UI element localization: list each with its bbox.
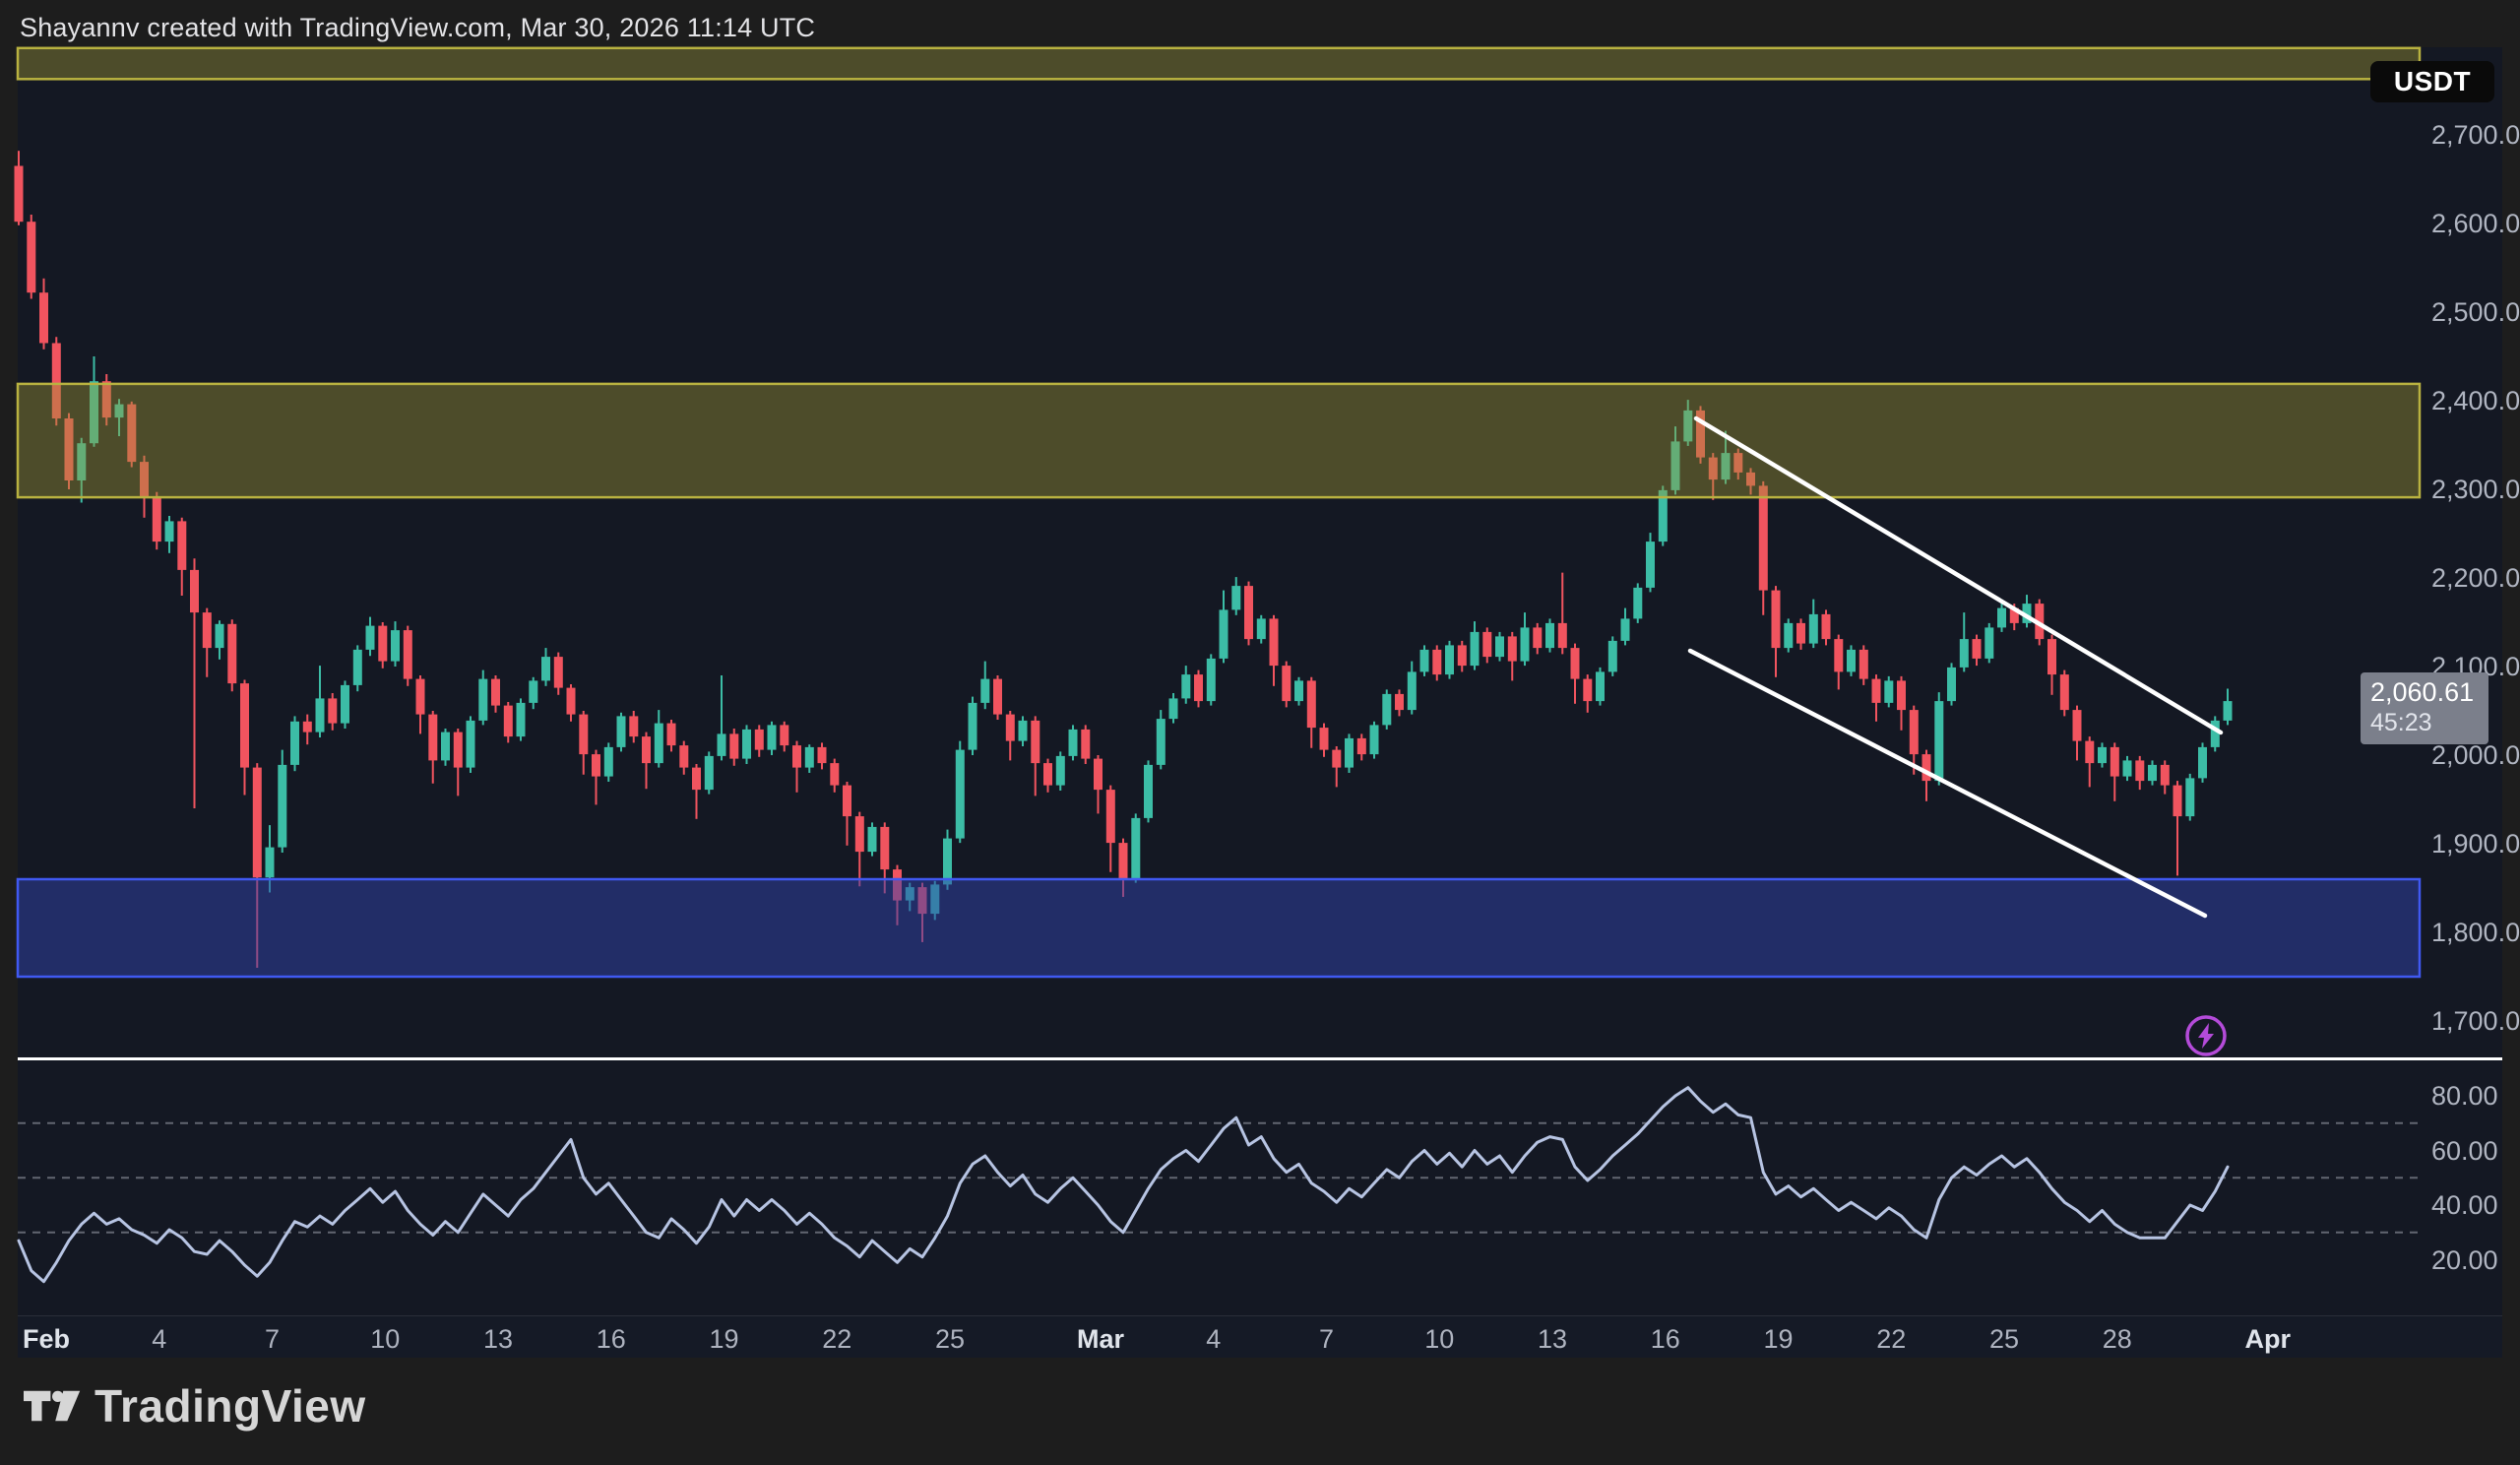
time-tick-month-label: Apr [2245,1324,2292,1355]
time-tick-label: 10 [1424,1324,1454,1355]
time-tick-label: 13 [1538,1324,1567,1355]
price-tick-label: 2,400.00 [2431,386,2520,416]
time-tick-label: 4 [152,1324,166,1355]
time-tick-label: 25 [935,1324,965,1355]
time-tick-label: 7 [1319,1324,1334,1355]
price-tick-label: 2,000.00 [2431,740,2520,771]
time-axis[interactable]: Feb 4 7 10 13 16 19 22 25 Mar 4 7 10 13 16 19 22 25 28 Apr [18,1315,2502,1358]
rsi-tick-label: 80.00 [2431,1081,2498,1112]
price-tick-label: 1,900.00 [2431,829,2520,860]
quote-currency-badge: USDT [2370,61,2494,102]
time-tick-label: 13 [483,1324,513,1355]
price-tick-label: 2,600.00 [2431,209,2520,239]
time-tick-label: 25 [1989,1324,2019,1355]
time-tick-month-label: Feb [23,1324,70,1355]
last-price-value: 2,060.61 [2370,678,2488,708]
time-tick-label: 19 [709,1324,738,1355]
price-tick-label: 2,200.00 [2431,563,2520,594]
pane-separator[interactable] [18,1057,2502,1060]
price-tick-label: 1,700.00 [2431,1006,2520,1037]
price-tick-label: 2,500.00 [2431,297,2520,328]
tradingview-watermark[interactable]: TradingView [24,1379,366,1433]
chart-canvas [0,0,2520,1465]
time-tick-label: 7 [265,1324,280,1355]
time-tick-label: 28 [2103,1324,2132,1355]
time-tick-label: 16 [1651,1324,1680,1355]
tradingview-logo-text: TradingView [94,1379,366,1433]
time-tick-label: 22 [1876,1324,1906,1355]
time-tick-label: 4 [1206,1324,1221,1355]
rsi-tick-label: 40.00 [2431,1190,2498,1221]
price-tick-label: 1,800.00 [2431,918,2520,948]
tradingview-logo-icon [24,1385,81,1427]
last-price-badge: 2,060.61 45:23 [2361,672,2488,743]
lightning-bolt-button[interactable] [2183,1013,2229,1058]
time-tick-label: 10 [370,1324,400,1355]
price-tick-label: 2,300.00 [2431,475,2520,505]
lightning-bolt-icon [2183,1013,2229,1058]
time-tick-label: 16 [597,1324,626,1355]
bar-countdown: 45:23 [2370,710,2488,737]
time-tick-label: 22 [822,1324,851,1355]
price-tick-label: 2,700.00 [2431,120,2520,151]
price-zones[interactable] [18,48,2420,977]
rsi-tick-label: 60.00 [2431,1136,2498,1167]
time-tick-label: 19 [1763,1324,1793,1355]
candlestick-series[interactable] [15,151,2233,968]
time-tick-month-label: Mar [1077,1324,1124,1355]
rsi-indicator [18,1088,2420,1282]
tradingview-chart-screenshot: Shayannv created with TradingView.com, M… [0,0,2520,1465]
rsi-tick-label: 20.00 [2431,1245,2498,1276]
